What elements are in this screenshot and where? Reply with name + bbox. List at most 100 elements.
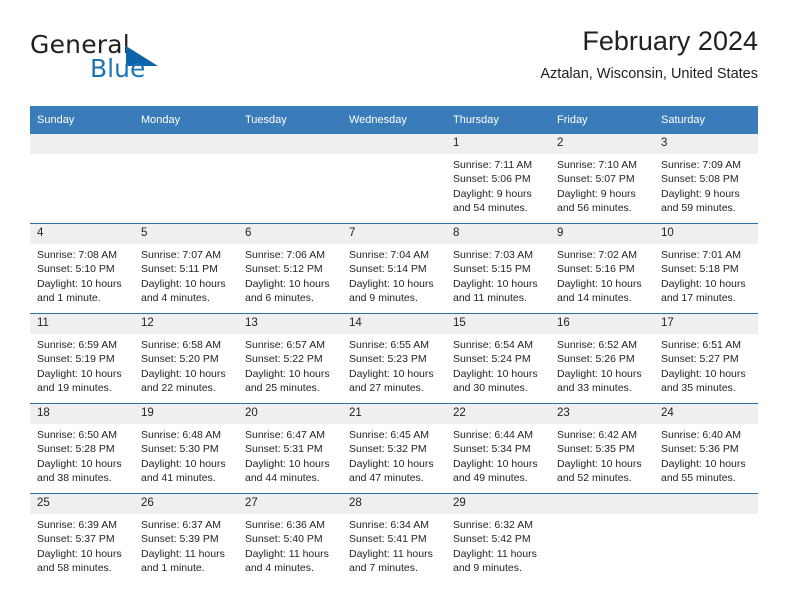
calendar-day-cell[interactable]: 4 Sunrise: 7:08 AM Sunset: 5:10 PM Daylight… <box>30 223 134 314</box>
brand-logo[interactable]: General Blue <box>30 32 260 92</box>
day-number <box>134 134 238 154</box>
day-info-line: Sunset: 5:08 PM <box>661 173 739 186</box>
day-info-line: Sunrise: 6:39 AM <box>37 519 117 531</box>
day-number: 10 <box>654 224 758 244</box>
calendar-day-cell[interactable]: 16 Sunrise: 6:52 AM Sunset: 5:26 PM Dayligh… <box>550 313 654 404</box>
day-info-line: Sunrise: 6:51 AM <box>661 339 741 351</box>
calendar-day-cell[interactable]: 11 Sunrise: 6:59 AM Sunset: 5:19 PM Dayligh… <box>30 313 134 404</box>
day-info-line: Daylight: 10 hours <box>349 277 434 290</box>
day-number: 24 <box>654 404 758 424</box>
calendar-day-cell[interactable]: 5 Sunrise: 7:07 AM Sunset: 5:11 PM Daylight… <box>134 223 238 314</box>
calendar-day-cell[interactable]: 24 Sunrise: 6:40 AM Sunset: 5:36 PM Dayligh… <box>654 403 758 494</box>
page-title: February 2024 <box>582 26 758 56</box>
day-number: 12 <box>134 314 238 334</box>
day-number: 28 <box>342 494 446 514</box>
day-info-line: Sunrise: 7:11 AM <box>453 159 533 171</box>
calendar-day-cell[interactable]: 18 Sunrise: 6:50 AM Sunset: 5:28 PM Dayligh… <box>30 403 134 494</box>
day-sun-info: Sunrise: 6:55 AM Sunset: 5:23 PM Daylight:… <box>342 334 446 396</box>
calendar-empty-cell <box>342 134 446 224</box>
weekday-header-monday: Monday <box>134 106 238 134</box>
day-number: 23 <box>550 404 654 424</box>
day-info-line: Sunrise: 6:40 AM <box>661 429 741 441</box>
calendar-day-cell[interactable]: 3 Sunrise: 7:09 AM Sunset: 5:08 PM Daylight… <box>654 134 758 224</box>
day-sun-info: Sunrise: 7:10 AM Sunset: 5:07 PM Daylight:… <box>550 154 654 216</box>
calendar-day-cell[interactable]: 1 Sunrise: 7:11 AM Sunset: 5:06 PM Daylight… <box>446 134 550 224</box>
day-info-line: Sunset: 5:06 PM <box>453 173 531 186</box>
calendar-day-cell[interactable]: 8 Sunrise: 7:03 AM Sunset: 5:15 PM Daylight… <box>446 223 550 314</box>
calendar-body: 1 Sunrise: 7:11 AM Sunset: 5:06 PM Daylight… <box>30 134 758 583</box>
day-info-line: Sunrise: 7:04 AM <box>349 249 429 261</box>
calendar-day-cell[interactable]: 2 Sunrise: 7:10 AM Sunset: 5:07 PM Daylight… <box>550 134 654 224</box>
day-number <box>238 134 342 154</box>
day-info-line: Sunrise: 6:52 AM <box>557 339 637 351</box>
day-info-line: Daylight: 10 hours <box>141 277 226 290</box>
calendar-day-cell[interactable]: 29 Sunrise: 6:32 AM Sunset: 5:42 PM Dayligh… <box>446 493 550 583</box>
calendar-day-cell[interactable]: 10 Sunrise: 7:01 AM Sunset: 5:18 PM Dayligh… <box>654 223 758 314</box>
day-sun-info: Sunrise: 7:07 AM Sunset: 5:11 PM Daylight:… <box>134 244 238 306</box>
calendar-day-cell[interactable]: 22 Sunrise: 6:44 AM Sunset: 5:34 PM Dayligh… <box>446 403 550 494</box>
day-info-line: and 44 minutes. <box>245 472 320 485</box>
weekday-header-thursday: Thursday <box>446 106 550 134</box>
calendar-empty-cell <box>654 493 758 583</box>
calendar-day-cell[interactable]: 27 Sunrise: 6:36 AM Sunset: 5:40 PM Dayligh… <box>238 493 342 583</box>
day-sun-info: Sunrise: 7:11 AM Sunset: 5:06 PM Daylight:… <box>446 154 550 216</box>
day-info-line: and 35 minutes. <box>661 382 736 395</box>
day-number: 9 <box>550 224 654 244</box>
calendar-day-cell[interactable]: 12 Sunrise: 6:58 AM Sunset: 5:20 PM Dayligh… <box>134 313 238 404</box>
day-number <box>342 134 446 154</box>
calendar-day-cell[interactable]: 28 Sunrise: 6:34 AM Sunset: 5:41 PM Dayligh… <box>342 493 446 583</box>
day-info-line: Sunrise: 6:55 AM <box>349 339 429 351</box>
day-info-line: Sunrise: 7:06 AM <box>245 249 325 261</box>
day-info-line: Sunrise: 7:07 AM <box>141 249 221 261</box>
day-info-line: and 9 minutes. <box>349 292 418 305</box>
day-number <box>654 494 758 514</box>
day-info-line: Daylight: 10 hours <box>245 367 330 380</box>
day-number: 22 <box>446 404 550 424</box>
day-info-line: Daylight: 10 hours <box>141 457 226 470</box>
day-info-line: Daylight: 10 hours <box>661 277 746 290</box>
calendar-page: General Blue February 2024 Aztalan, Wisc… <box>0 0 792 612</box>
day-info-line: Sunset: 5:40 PM <box>245 533 323 546</box>
day-info-line: and 59 minutes. <box>661 202 736 215</box>
day-number: 6 <box>238 224 342 244</box>
day-sun-info: Sunrise: 7:02 AM Sunset: 5:16 PM Daylight:… <box>550 244 654 306</box>
day-number: 2 <box>550 134 654 154</box>
calendar-day-cell[interactable]: 6 Sunrise: 7:06 AM Sunset: 5:12 PM Daylight… <box>238 223 342 314</box>
title-block: February 2024 Aztalan, Wisconsin, United… <box>540 24 758 85</box>
calendar-empty-cell <box>30 134 134 224</box>
calendar-day-cell[interactable]: 21 Sunrise: 6:45 AM Sunset: 5:32 PM Dayligh… <box>342 403 446 494</box>
day-number <box>30 134 134 154</box>
day-info-line: Sunset: 5:20 PM <box>141 353 219 366</box>
calendar-day-cell[interactable]: 17 Sunrise: 6:51 AM Sunset: 5:27 PM Dayligh… <box>654 313 758 404</box>
day-sun-info: Sunrise: 6:37 AM Sunset: 5:39 PM Daylight:… <box>134 514 238 576</box>
day-info-line: Daylight: 10 hours <box>453 277 538 290</box>
day-info-line: Sunset: 5:28 PM <box>37 443 115 456</box>
calendar-day-cell[interactable]: 15 Sunrise: 6:54 AM Sunset: 5:24 PM Dayligh… <box>446 313 550 404</box>
day-info-line: Sunset: 5:31 PM <box>245 443 323 456</box>
calendar-day-cell[interactable]: 23 Sunrise: 6:42 AM Sunset: 5:35 PM Dayligh… <box>550 403 654 494</box>
day-info-line: Daylight: 10 hours <box>557 277 642 290</box>
day-info-line: Daylight: 9 hours <box>453 187 532 200</box>
day-info-line: Sunset: 5:42 PM <box>453 533 531 546</box>
calendar-week-row: 18 Sunrise: 6:50 AM Sunset: 5:28 PM Dayligh… <box>30 403 758 494</box>
day-info-line: Daylight: 10 hours <box>37 277 122 290</box>
day-sun-info: Sunrise: 6:34 AM Sunset: 5:41 PM Daylight:… <box>342 514 446 576</box>
calendar-day-cell[interactable]: 20 Sunrise: 6:47 AM Sunset: 5:31 PM Dayligh… <box>238 403 342 494</box>
calendar-day-cell[interactable]: 9 Sunrise: 7:02 AM Sunset: 5:16 PM Daylight… <box>550 223 654 314</box>
day-sun-info: Sunrise: 6:58 AM Sunset: 5:20 PM Daylight:… <box>134 334 238 396</box>
calendar-day-cell[interactable]: 7 Sunrise: 7:04 AM Sunset: 5:14 PM Daylight… <box>342 223 446 314</box>
day-info-line: Sunrise: 6:47 AM <box>245 429 325 441</box>
calendar-day-cell[interactable]: 19 Sunrise: 6:48 AM Sunset: 5:30 PM Dayligh… <box>134 403 238 494</box>
calendar-day-cell[interactable]: 26 Sunrise: 6:37 AM Sunset: 5:39 PM Dayligh… <box>134 493 238 583</box>
day-info-line: and 41 minutes. <box>141 472 216 485</box>
day-info-line: Daylight: 10 hours <box>453 367 538 380</box>
day-info-line: Sunrise: 6:57 AM <box>245 339 325 351</box>
day-info-line: Daylight: 11 hours <box>349 547 433 560</box>
day-sun-info: Sunrise: 6:48 AM Sunset: 5:30 PM Daylight:… <box>134 424 238 486</box>
calendar-day-cell[interactable]: 13 Sunrise: 6:57 AM Sunset: 5:22 PM Dayligh… <box>238 313 342 404</box>
day-info-line: Sunset: 5:32 PM <box>349 443 427 456</box>
day-info-line: Daylight: 10 hours <box>349 457 434 470</box>
calendar-week-row: 11 Sunrise: 6:59 AM Sunset: 5:19 PM Dayligh… <box>30 313 758 404</box>
calendar-day-cell[interactable]: 25 Sunrise: 6:39 AM Sunset: 5:37 PM Dayligh… <box>30 493 134 583</box>
calendar-day-cell[interactable]: 14 Sunrise: 6:55 AM Sunset: 5:23 PM Dayligh… <box>342 313 446 404</box>
